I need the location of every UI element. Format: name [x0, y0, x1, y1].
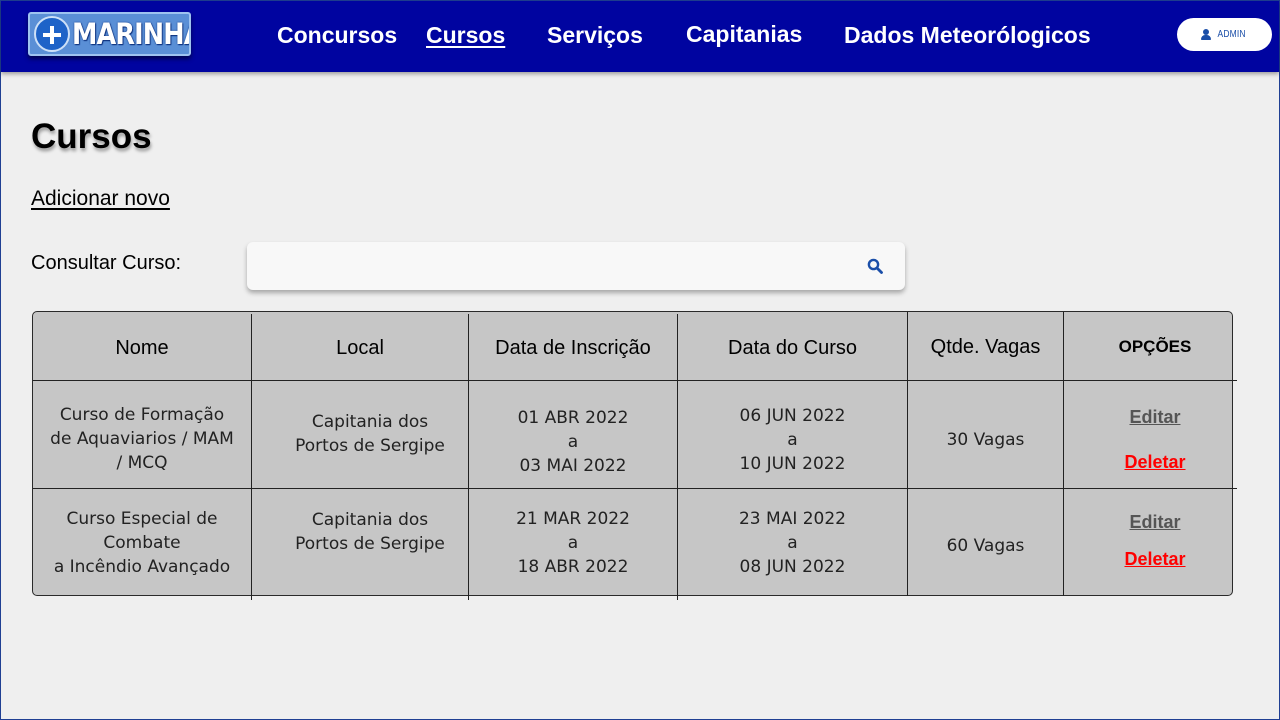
cell-line: 23 MAI 2022 — [738, 509, 846, 529]
cell-line: de Aquaviarios / MAM — [50, 429, 234, 449]
table-cell-vagas: 60 Vagas — [946, 536, 1025, 556]
search-input[interactable] — [247, 242, 847, 290]
cell-line: Curso de Formação — [59, 405, 225, 425]
table-cell-vagas: 30 Vagas — [946, 430, 1025, 450]
table-cell-nome: Curso Especial de Combate a Incêndio Ava… — [33, 489, 251, 597]
column-header-local[interactable]: Local — [252, 312, 468, 384]
top-navbar: MARINHA Concursos Cursos Serviços Capita… — [1, 1, 1279, 72]
admin-label: ADMIN — [1217, 29, 1246, 40]
column-header-data-curso[interactable]: Data do Curso — [678, 312, 907, 384]
cell-line: 03 MAI 2022 — [519, 456, 627, 476]
table-cell-data-curso: 06 JUN 2022 a 10 JUN 2022 — [678, 381, 907, 499]
logo-text: MARINHA — [72, 17, 191, 51]
delete-cell: Deletar — [1064, 544, 1246, 574]
plus-circle-icon — [34, 16, 70, 52]
table-cell-inscricao: 01 ABR 2022 a 03 MAI 2022 — [469, 381, 677, 503]
edit-cell: Editar — [1064, 507, 1246, 537]
user-icon — [1200, 29, 1211, 40]
delete-button[interactable]: Deletar — [1124, 549, 1185, 570]
courses-table: Nome Local Data de Inscrição Data do Cur… — [32, 311, 1237, 600]
nav-item-concursos[interactable]: Concursos — [277, 19, 397, 51]
edit-button[interactable]: Editar — [1129, 407, 1180, 428]
cell-line: a — [787, 430, 798, 450]
cell-line: Capitania dos — [311, 510, 429, 530]
marinha-logo[interactable]: MARINHA — [28, 12, 191, 56]
column-header-vagas[interactable]: Qtde. Vagas — [908, 312, 1063, 382]
cell-line: Portos de Sergipe — [295, 436, 445, 456]
edit-cell: Editar — [1064, 402, 1246, 432]
cell-line: Portos de Sergipe — [295, 534, 445, 554]
cell-line: 18 ABR 2022 — [517, 557, 629, 577]
table-cell-data-curso: 23 MAI 2022 a 08 JUN 2022 — [678, 489, 907, 597]
nav-item-capitanias[interactable]: Capitanias — [686, 18, 802, 50]
page-title: Cursos — [31, 117, 152, 156]
cell-line: 08 JUN 2022 — [739, 557, 846, 577]
cell-line: 06 JUN 2022 — [739, 406, 846, 426]
search-icon[interactable] — [867, 258, 883, 274]
search-label: Consultar Curso: — [31, 252, 182, 274]
table-cell-nome: Curso de Formação de Aquaviarios / MAM /… — [33, 381, 251, 497]
cell-line: a Incêndio Avançado — [53, 557, 231, 577]
nav-item-servicos[interactable]: Serviços — [547, 19, 643, 51]
cell-line: a — [787, 533, 798, 553]
admin-user-button[interactable]: ADMIN — [1177, 18, 1272, 51]
table-cell-inscricao: 21 MAR 2022 a 18 ABR 2022 — [469, 489, 677, 597]
nav-item-cursos[interactable]: Cursos — [426, 19, 505, 51]
cell-line: 21 MAR 2022 — [516, 509, 630, 529]
cell-line: 10 JUN 2022 — [739, 454, 846, 474]
column-header-opcoes: OPÇÕES — [1118, 337, 1192, 356]
cell-line: 01 ABR 2022 — [517, 408, 629, 428]
table-cell-local: Capitania dos Portos de Sergipe — [252, 489, 488, 575]
search-box — [247, 242, 905, 290]
cell-line: Combate — [103, 533, 181, 553]
add-new-link[interactable]: Adicionar novo — [31, 187, 170, 211]
cell-line: a — [567, 533, 579, 553]
cell-line: / MCQ — [116, 453, 168, 473]
cell-line: Capitania dos — [311, 412, 429, 432]
nav-item-dados-meteorologicos[interactable]: Dados Meteorólogicos — [844, 19, 1091, 51]
column-header-data-inscricao[interactable]: Data de Inscrição — [469, 312, 677, 384]
table-cell-local: Capitania dos Portos de Sergipe — [252, 381, 488, 487]
edit-button[interactable]: Editar — [1129, 512, 1180, 533]
column-header-nome[interactable]: Nome — [33, 312, 251, 384]
cell-line: a — [567, 432, 579, 452]
delete-button[interactable]: Deletar — [1124, 452, 1185, 473]
cell-line: Curso Especial de — [66, 509, 218, 529]
delete-cell: Deletar — [1064, 447, 1246, 477]
